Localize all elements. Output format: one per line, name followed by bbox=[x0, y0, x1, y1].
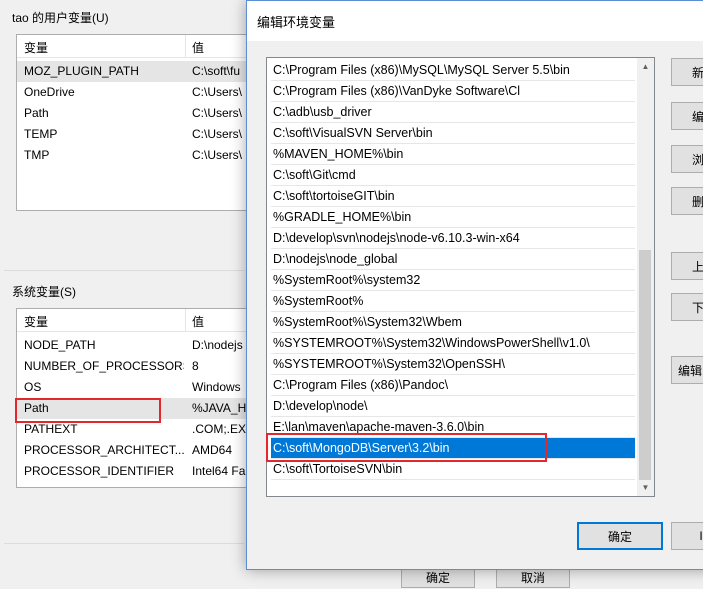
path-list-item[interactable]: E:\lan\maven\apache-maven-3.6.0\bin bbox=[271, 417, 635, 438]
table-row[interactable]: PROCESSOR_ARCHITECT... AMD64 bbox=[17, 440, 257, 461]
dialog-cancel-button[interactable]: I bbox=[671, 522, 703, 550]
table-row[interactable]: PATHEXT .COM;.EX bbox=[17, 419, 257, 440]
scroll-thumb[interactable] bbox=[639, 250, 651, 480]
variable-value: D:\nodejs bbox=[192, 338, 243, 352]
user-vars-list[interactable]: 变量 值 MOZ_PLUGIN_PATH C:\soft\fu OneDrive C:… bbox=[16, 34, 258, 211]
variable-value: C:\Users\ bbox=[192, 127, 243, 141]
path-list-item[interactable]: %GRADLE_HOME%\bin bbox=[271, 207, 635, 228]
variable-name: NODE_PATH bbox=[24, 338, 96, 352]
variable-value: Windows bbox=[192, 380, 241, 394]
path-list-item[interactable]: C:\Program Files (x86)\Pandoc\ bbox=[271, 375, 635, 396]
variable-value: %JAVA_H bbox=[192, 401, 247, 415]
system-vars-col-variable[interactable]: 变量 bbox=[24, 313, 48, 330]
table-row[interactable]: PROCESSOR_IDENTIFIER Intel64 Fa bbox=[17, 461, 257, 482]
move-up-button[interactable]: 上 bbox=[671, 252, 703, 280]
system-vars-group-label: 系统变量(S) bbox=[12, 285, 76, 299]
scroll-down-arrow-icon[interactable]: ▼ bbox=[637, 479, 654, 496]
variable-name: OneDrive bbox=[24, 85, 75, 99]
path-list-scrollbar[interactable]: ▲ ▼ bbox=[637, 58, 654, 496]
variable-value: AMD64 bbox=[192, 443, 233, 457]
dialog-ok-button[interactable]: 确定 bbox=[577, 522, 663, 550]
table-row[interactable]: Path %JAVA_H bbox=[17, 398, 257, 419]
path-list-item[interactable]: C:\Program Files (x86)\VanDyke Software\… bbox=[271, 81, 635, 102]
user-vars-col-variable[interactable]: 变量 bbox=[24, 39, 48, 56]
table-row[interactable]: NUMBER_OF_PROCESSORS 8 bbox=[17, 356, 257, 377]
system-vars-col-value[interactable]: 值 bbox=[192, 313, 204, 330]
variable-name: OS bbox=[24, 380, 42, 394]
path-list-item[interactable]: D:\develop\svn\nodejs\node-v6.10.3-win-x… bbox=[271, 228, 635, 249]
edit-environment-variable-dialog: 编辑环境变量 C:\Program Files (x86)\MySQL\MySQ… bbox=[246, 0, 703, 570]
path-list-item[interactable]: %MAVEN_HOME%\bin bbox=[271, 144, 635, 165]
path-list-item[interactable]: C:\soft\TortoiseSVN\bin bbox=[271, 459, 635, 480]
edit-text-button[interactable]: 编辑 bbox=[671, 356, 703, 384]
path-list-item[interactable]: D:\develop\node\ bbox=[271, 396, 635, 417]
variable-name: TEMP bbox=[24, 127, 58, 141]
edit-button[interactable]: 编 bbox=[671, 102, 703, 130]
table-row[interactable]: Path C:\Users\ bbox=[17, 103, 257, 124]
variable-name: Path bbox=[24, 106, 49, 120]
scroll-up-arrow-icon[interactable]: ▲ bbox=[637, 58, 654, 75]
variable-name: PROCESSOR_ARCHITECT... bbox=[24, 443, 184, 457]
path-list-item[interactable]: %SystemRoot% bbox=[271, 291, 635, 312]
variable-value: .COM;.EX bbox=[192, 422, 247, 436]
variable-name: MOZ_PLUGIN_PATH bbox=[24, 64, 139, 78]
path-list[interactable]: C:\Program Files (x86)\MySQL\MySQL Serve… bbox=[266, 57, 655, 497]
variable-value: C:\Users\ bbox=[192, 106, 243, 120]
variable-value: 8 bbox=[192, 359, 199, 373]
variable-value: Intel64 Fa bbox=[192, 464, 246, 478]
path-list-item[interactable]: C:\soft\Git\cmd bbox=[271, 165, 635, 186]
user-vars-group-label: tao 的用户变量(U) bbox=[12, 11, 109, 25]
variable-name: TMP bbox=[24, 148, 50, 162]
dialog-title-bar[interactable]: 编辑环境变量 bbox=[247, 1, 703, 41]
path-list-item[interactable]: C:\soft\VisualSVN Server\bin bbox=[271, 123, 635, 144]
path-list-item[interactable]: %SYSTEMROOT%\System32\OpenSSH\ bbox=[271, 354, 635, 375]
new-button[interactable]: 新 bbox=[671, 58, 703, 86]
variable-name: PATHEXT bbox=[24, 422, 78, 436]
table-row[interactable]: TMP C:\Users\ bbox=[17, 145, 257, 166]
user-vars-header: 变量 值 bbox=[17, 35, 257, 58]
variable-name: Path bbox=[24, 401, 49, 415]
variable-name: NUMBER_OF_PROCESSORS bbox=[24, 359, 184, 373]
path-list-item[interactable]: C:\soft\tortoiseGIT\bin bbox=[271, 186, 635, 207]
move-down-button[interactable]: 下 bbox=[671, 293, 703, 321]
variable-name: PROCESSOR_IDENTIFIER bbox=[24, 464, 175, 478]
dialog-title: 编辑环境变量 bbox=[257, 14, 336, 30]
table-row[interactable]: OneDrive C:\Users\ bbox=[17, 82, 257, 103]
table-row[interactable]: NODE_PATH D:\nodejs bbox=[17, 335, 257, 356]
user-vars-col-value[interactable]: 值 bbox=[192, 39, 204, 56]
table-row[interactable]: TEMP C:\Users\ bbox=[17, 124, 257, 145]
delete-button[interactable]: 删 bbox=[671, 187, 703, 215]
system-vars-header: 变量 值 bbox=[17, 309, 257, 332]
browse-button[interactable]: 浏 bbox=[671, 145, 703, 173]
variable-value: C:\soft\fu bbox=[192, 64, 241, 78]
system-vars-list[interactable]: 变量 值 NODE_PATH D:\nodejs NUMBER_OF_PROCESS… bbox=[16, 308, 258, 488]
path-list-item[interactable]: D:\nodejs\node_global bbox=[271, 249, 635, 270]
path-list-item[interactable]: C:\adb\usb_driver bbox=[271, 102, 635, 123]
table-row[interactable]: OS Windows bbox=[17, 377, 257, 398]
variable-value: C:\Users\ bbox=[192, 85, 243, 99]
path-list-item[interactable]: C:\Program Files (x86)\MySQL\MySQL Serve… bbox=[271, 60, 635, 81]
path-list-item[interactable]: %SystemRoot%\system32 bbox=[271, 270, 635, 291]
path-list-item[interactable]: %SYSTEMROOT%\System32\WindowsPowerShell\… bbox=[271, 333, 635, 354]
variable-value: C:\Users\ bbox=[192, 148, 243, 162]
path-list-item[interactable]: C:\soft\MongoDB\Server\3.2\bin bbox=[271, 438, 635, 459]
path-list-item[interactable]: %SystemRoot%\System32\Wbem bbox=[271, 312, 635, 333]
table-row[interactable]: MOZ_PLUGIN_PATH C:\soft\fu bbox=[17, 61, 257, 82]
